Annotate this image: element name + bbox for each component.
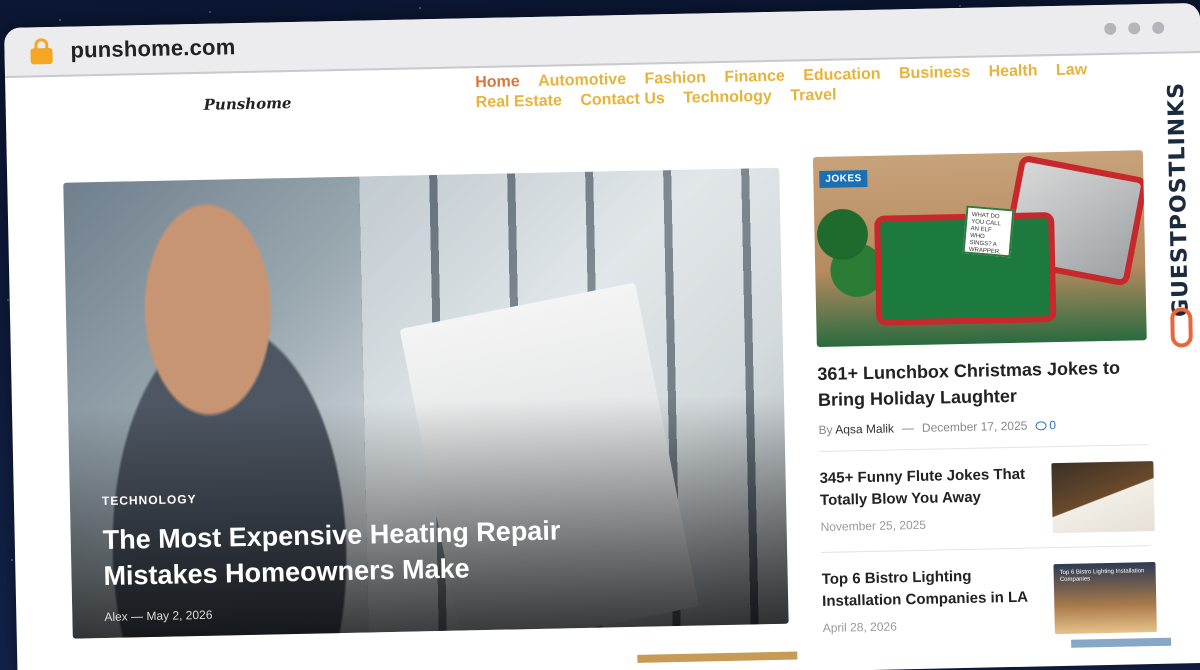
hero-title[interactable]: The Most Expensive Heating Repair Mistak…: [102, 512, 603, 594]
window-controls: [1104, 21, 1165, 35]
window-dot-icon[interactable]: [1104, 22, 1117, 35]
nav-item-travel[interactable]: Travel: [790, 87, 837, 106]
nav-item-fashion[interactable]: Fashion: [644, 69, 706, 88]
feature-meta: By Aqsa Malik — December 17, 2025 0: [818, 416, 1154, 437]
comment-count[interactable]: 0: [1035, 418, 1056, 432]
next-card-edge: [1071, 637, 1172, 648]
window-dot-icon[interactable]: [1128, 22, 1141, 35]
feature-date: December 17, 2025: [921, 418, 1028, 435]
nav-item-real-estate[interactable]: Real Estate: [475, 92, 562, 112]
hero-author[interactable]: Alex: [104, 610, 128, 624]
nav-item-contact-us[interactable]: Contact Us: [580, 90, 665, 110]
next-card-edge: [637, 651, 798, 663]
nav-item-law[interactable]: Law: [1056, 61, 1087, 80]
divider: [821, 545, 1152, 554]
hero-date: May 2, 2026: [146, 607, 213, 624]
nav-item-home[interactable]: Home: [475, 73, 520, 92]
feature-byline: By Aqsa Malik: [818, 421, 894, 437]
lock-icon: [30, 38, 53, 65]
list-item-thumbnail[interactable]: Top 6 Bistro Lighting Installation Compa…: [1053, 562, 1157, 635]
hero-meta: Alex — May 2, 2026: [104, 608, 212, 624]
list-item-title[interactable]: Top 6 Bistro Lighting Installation Compa…: [822, 564, 1043, 613]
browser-window: punshome.com Punshome Home Automotive Fa…: [4, 2, 1200, 670]
list-item[interactable]: 345+ Funny Flute Jokes That Totally Blow…: [819, 461, 1155, 538]
joke-note: WHAT DO YOU CALL AN ELF WHO SINGS? A WRA…: [962, 205, 1015, 258]
category-tag[interactable]: JOKES: [819, 169, 868, 188]
by-label: By: [818, 422, 833, 438]
list-item-title[interactable]: 345+ Funny Flute Jokes That Totally Blow…: [819, 463, 1040, 512]
list-item[interactable]: Top 6 Bistro Lighting Installation Compa…: [822, 562, 1157, 639]
feature-image[interactable]: WHAT DO YOU CALL AN ELF WHO SINGS? A WRA…: [812, 150, 1147, 348]
comment-count-value: 0: [1049, 418, 1057, 433]
main-nav: Home Automotive Fashion Finance Educatio…: [475, 60, 1166, 114]
nav-item-automotive[interactable]: Automotive: [538, 71, 626, 91]
nav-item-health[interactable]: Health: [988, 62, 1037, 81]
feature-author[interactable]: Aqsa Malik: [835, 421, 894, 436]
list-item-date: April 28, 2026: [822, 619, 897, 635]
site-logo[interactable]: Punshome: [203, 94, 291, 114]
watermark-text: GUESTPOSTLINKS: [1163, 81, 1194, 318]
meta-separator: —: [901, 421, 915, 436]
meta-separator: —: [130, 609, 147, 624]
nav-item-technology[interactable]: Technology: [683, 88, 772, 108]
list-item-thumbnail[interactable]: [1051, 461, 1155, 534]
page-content: Punshome Home Automotive Fashion Finance…: [5, 53, 1200, 670]
url-text[interactable]: punshome.com: [70, 34, 235, 63]
divider: [819, 444, 1149, 453]
watermark-brand: GUESTPOSTLINKS: [1161, 59, 1200, 360]
feature-title[interactable]: 361+ Lunchbox Christmas Jokes to Bring H…: [817, 354, 1138, 413]
nav-item-education[interactable]: Education: [803, 66, 881, 86]
hero-article[interactable]: TECHNOLOGY The Most Expensive Heating Re…: [63, 167, 789, 639]
nav-item-finance[interactable]: Finance: [724, 68, 785, 87]
sidebar-articles: WHAT DO YOU CALL AN ELF WHO SINGS? A WRA…: [812, 150, 1159, 639]
window-dot-icon[interactable]: [1152, 21, 1165, 34]
nav-item-business[interactable]: Business: [899, 64, 971, 83]
comment-icon: [1035, 421, 1047, 431]
hero-category[interactable]: TECHNOLOGY: [102, 492, 197, 508]
list-item-date: November 25, 2025: [820, 517, 927, 535]
chain-link-icon: [1170, 307, 1193, 348]
